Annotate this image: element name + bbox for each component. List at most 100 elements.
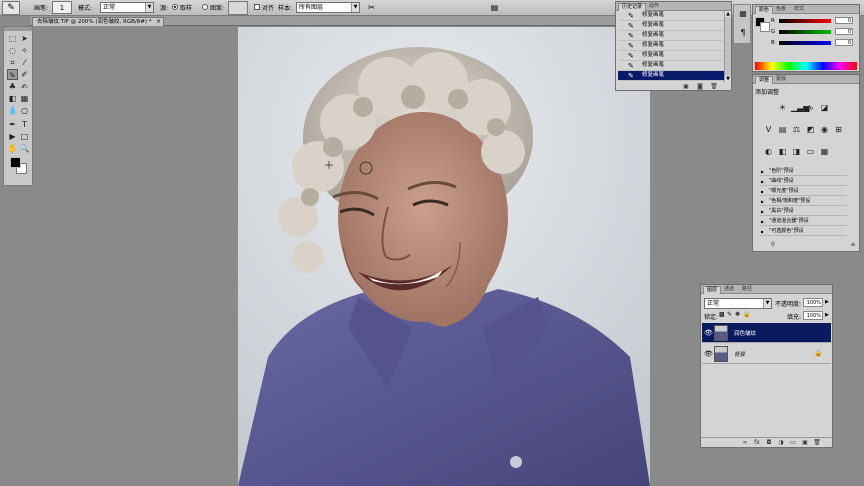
tool-presets-icon[interactable]: ▦ [737, 8, 749, 20]
channel-value-input[interactable]: 0 [835, 17, 853, 24]
preset-item[interactable]: ▶ "曲线"预设 [759, 177, 847, 186]
brush-picker[interactable]: 1 [52, 1, 72, 14]
scroll-up-icon[interactable]: ▲ [725, 11, 731, 17]
tab-layers[interactable]: 图层 [703, 286, 722, 294]
preset-item[interactable]: ▶ "可选颜色"预设 [759, 227, 847, 236]
opacity-input[interactable]: 100% [803, 298, 823, 307]
new-layer-icon[interactable]: ▣ [801, 439, 809, 446]
crop-tool-icon[interactable]: ⌗ [7, 57, 18, 68]
zoom-tool-icon[interactable]: 🔍 [19, 143, 30, 154]
color-background-swatch[interactable] [760, 22, 770, 32]
tab-channels[interactable]: 通道 [721, 286, 737, 294]
scroll-down-icon[interactable]: ▼ [725, 76, 731, 82]
layer-row[interactable]: 👁 背景 🔒 [702, 344, 831, 364]
history-step-current[interactable]: ✎ 修复画笔 [618, 71, 728, 81]
history-brush-tool-icon[interactable]: ✍ [19, 81, 30, 92]
tab-actions[interactable]: 动作 [646, 3, 662, 11]
panel-menu-icon[interactable]: ≡ [849, 241, 857, 248]
hue-saturation-icon[interactable]: ▤ [777, 125, 788, 135]
color-spectrum-bar[interactable] [755, 62, 857, 70]
healing-brush-tool-icon[interactable]: ✎ [7, 69, 18, 80]
document-canvas[interactable] [238, 27, 650, 486]
history-scrollbar[interactable]: ▲ ▼ [724, 11, 731, 82]
preset-item[interactable]: ▶ "黑白"预设 [759, 207, 847, 216]
fill-input[interactable]: 100% [803, 311, 823, 320]
red-slider[interactable] [779, 19, 831, 23]
preset-item[interactable]: ▶ "色阶"预设 [759, 167, 847, 176]
green-slider[interactable] [779, 30, 831, 34]
tab-swatches[interactable]: 色板 [773, 6, 789, 14]
link-layers-icon[interactable]: ∞ [741, 439, 749, 446]
preset-item[interactable]: ▶ "通道混合器"预设 [759, 217, 847, 226]
delete-state-icon[interactable]: 🗑 [710, 83, 718, 90]
channel-value-input[interactable]: 0 [835, 39, 853, 46]
opacity-slider-arrow-icon[interactable]: ▶ [825, 299, 829, 305]
levels-icon[interactable]: ▁▃▅ [791, 103, 809, 113]
magic-wand-tool-icon[interactable]: ✧ [19, 45, 30, 56]
workspace-icon[interactable]: ▤ [489, 2, 500, 13]
mode-select[interactable]: 正常 ▼ [100, 2, 154, 13]
lock-transparency-icon[interactable]: ▩ [719, 311, 725, 318]
document-tab[interactable]: 去除皱纹.TIF @ 200% (润色皱纹, RGB/8#) * × [32, 17, 164, 26]
sample-select[interactable]: 所有图层 ▼ [296, 2, 360, 13]
layer-style-icon[interactable]: fx [753, 439, 761, 446]
black-white-icon[interactable]: ◩ [805, 125, 816, 135]
tab-history[interactable]: 历史记录 [618, 3, 647, 11]
gradient-map-icon[interactable]: ▭ [805, 147, 816, 157]
pattern-picker[interactable] [228, 1, 248, 15]
photo-filter-icon[interactable]: ◉ [819, 125, 830, 135]
invert-icon[interactable]: ◐ [763, 147, 774, 157]
dodge-tool-icon[interactable]: ○ [19, 105, 30, 116]
curves-icon[interactable]: ∿ [805, 103, 816, 113]
preset-item[interactable]: ▶ "色相/饱和度"预设 [759, 197, 847, 206]
shape-tool-icon[interactable]: □ [19, 131, 30, 142]
eye-icon[interactable]: 👁 [704, 350, 713, 358]
eraser-tool-icon[interactable]: ◧ [7, 93, 18, 104]
brush-tool-icon[interactable]: ✐ [19, 69, 30, 80]
close-icon[interactable]: × [156, 18, 161, 26]
lasso-tool-icon[interactable]: ◌ [7, 45, 18, 56]
exposure-icon[interactable]: ◪ [819, 103, 830, 113]
toolbox-grip[interactable] [4, 27, 32, 31]
posterize-icon[interactable]: ◧ [777, 147, 788, 157]
pen-tool-icon[interactable]: ✒ [7, 119, 18, 130]
source-sampled-radio[interactable] [172, 4, 178, 10]
selective-color-icon[interactable]: ▦ [819, 147, 830, 157]
blend-mode-select[interactable]: 正常 ▼ [704, 298, 772, 309]
channel-value-input[interactable]: 0 [835, 28, 853, 35]
color-balance-icon[interactable]: ⚖ [791, 125, 802, 135]
threshold-icon[interactable]: ◨ [791, 147, 802, 157]
path-selection-tool-icon[interactable]: ▶ [7, 131, 18, 142]
gradient-tool-icon[interactable]: ▦ [19, 93, 30, 104]
source-pattern-radio[interactable] [202, 4, 208, 10]
brightness-icon[interactable]: ☀ [777, 103, 788, 113]
lock-position-icon[interactable]: ✥ [735, 311, 740, 318]
history-step[interactable]: ✎ 修复画笔 [618, 31, 728, 41]
eyedropper-tool-icon[interactable]: ⁄ [19, 57, 30, 68]
clone-stamp-tool-icon[interactable]: ♣ [7, 81, 18, 92]
new-document-from-state-icon[interactable]: ▣ [682, 83, 690, 90]
new-adjustment-layer-icon[interactable]: ◑ [777, 439, 785, 446]
marquee-tool-icon[interactable]: ⬚ [7, 33, 18, 44]
foreground-color-swatch[interactable] [10, 157, 21, 168]
channel-mixer-icon[interactable]: ⊞ [833, 125, 844, 135]
tab-color[interactable]: 颜色 [755, 6, 774, 14]
fill-slider-arrow-icon[interactable]: ▶ [825, 312, 829, 318]
layer-row[interactable]: 👁 润色皱纹 [702, 323, 831, 343]
lock-all-icon[interactable]: 🔒 [743, 311, 750, 318]
preset-item[interactable]: ▶ "曝光度"预设 [759, 187, 847, 196]
vibrance-icon[interactable]: V [763, 125, 774, 135]
new-snapshot-icon[interactable]: ◙ [696, 83, 704, 90]
history-step[interactable]: ✎ 修复画笔 [618, 11, 728, 21]
history-step[interactable]: ✎ 修复画笔 [618, 21, 728, 31]
aligned-checkbox[interactable] [254, 4, 260, 10]
paragraph-icon[interactable]: ¶ [737, 27, 749, 39]
lock-pixels-icon[interactable]: ✎ [727, 311, 732, 318]
type-tool-icon[interactable]: T [19, 119, 30, 130]
blur-tool-icon[interactable]: 💧 [7, 105, 18, 116]
tab-masks[interactable]: 蒙版 [773, 76, 789, 84]
delete-layer-icon[interactable]: 🗑 [813, 439, 821, 446]
tab-styles[interactable]: 样式 [791, 6, 807, 14]
blue-slider[interactable] [779, 41, 831, 45]
add-mask-icon[interactable]: ◘ [765, 439, 773, 446]
